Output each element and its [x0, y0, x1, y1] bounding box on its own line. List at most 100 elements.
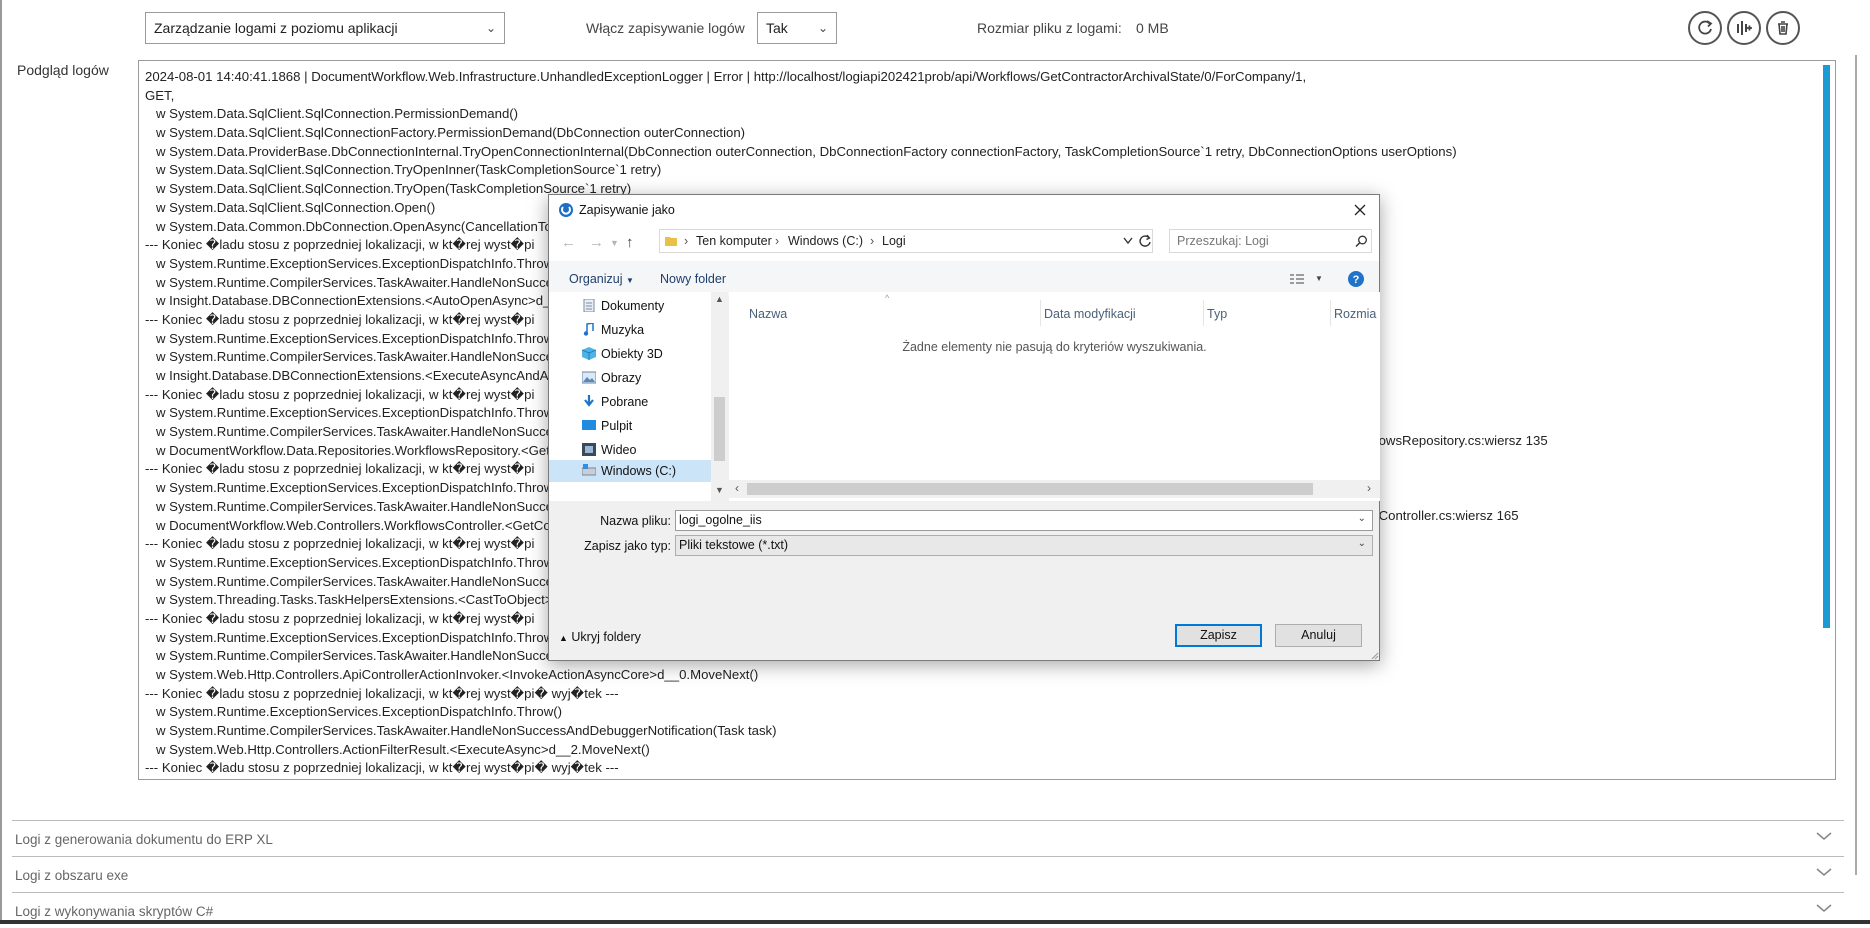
nav-item-documents[interactable]: Dokumenty — [601, 299, 664, 313]
up-arrow-icon[interactable]: ↑ — [626, 234, 634, 251]
log-line: GET, — [145, 87, 175, 103]
file-list-hscrollbar[interactable]: ‹ › — [729, 480, 1380, 498]
breadcrumb-separator: › — [870, 234, 875, 248]
log-line: w System.Runtime.CompilerServices.TaskAw… — [145, 723, 777, 739]
filetype-select[interactable]: Pliki tekstowe (*.txt) ⌄ — [675, 535, 1373, 556]
chevron-down-icon: ▼ — [625, 276, 634, 285]
pictures-icon — [582, 371, 596, 384]
nav-item-music[interactable]: Muzyka — [601, 323, 644, 337]
refresh-button[interactable] — [1688, 11, 1722, 45]
log-source-value: Zarządzanie logami z poziomu aplikacji — [154, 20, 398, 36]
breadcrumb-folder[interactable]: Logi — [882, 234, 906, 248]
filetype-label: Zapisz jako typ: — [584, 539, 671, 553]
column-type[interactable]: Typ — [1207, 307, 1227, 321]
help-icon[interactable]: ? — [1348, 271, 1364, 287]
forward-arrow-icon[interactable]: → — [589, 234, 604, 251]
column-separator — [1040, 300, 1041, 326]
chevron-down-icon: ⌄ — [817, 21, 828, 35]
history-chevron-icon[interactable]: ▼ — [610, 238, 619, 248]
chevron-down-icon — [1816, 832, 1832, 841]
view-options-icon[interactable] — [1289, 273, 1307, 285]
scroll-right-icon[interactable]: › — [1367, 481, 1371, 495]
address-bar[interactable]: › Ten komputer › Windows (C:) › Logi — [659, 229, 1153, 253]
log-line: w System.Data.SqlClient.SqlConnectionFac… — [145, 125, 746, 141]
filename-value: logi_ogolne_iis — [679, 513, 762, 527]
scroll-left-icon[interactable]: ‹ — [735, 481, 739, 495]
dialog-navigation-bar: ← → ▼ ↑ › Ten komputer › Windows (C:) › … — [549, 225, 1379, 261]
filename-input[interactable]: logi_ogolne_iis ⌄ — [675, 510, 1373, 531]
nav-item-desktop[interactable]: Pulpit — [601, 419, 632, 433]
chevron-down-icon — [1816, 904, 1832, 913]
app-logo-icon — [559, 203, 573, 217]
nav-pane-scrollbar[interactable]: ▲ ▼ — [711, 292, 728, 501]
section-title: Logi z wykonywania skryptów C# — [15, 904, 214, 919]
log-source-select[interactable]: Zarządzanie logami z poziomu aplikacji ⌄ — [145, 12, 505, 44]
music-icon — [583, 323, 594, 336]
navigation-pane: Dokumenty Muzyka Obiekty 3D Obrazy Pobra… — [549, 292, 728, 501]
column-size[interactable]: Rozmia — [1334, 307, 1376, 321]
log-preview-label: Podgląd logów — [17, 62, 109, 78]
cancel-button[interactable]: Anuluj — [1275, 624, 1362, 647]
dialog-titlebar[interactable]: Zapisywanie jako — [549, 195, 1379, 225]
hscroll-thumb[interactable] — [747, 483, 1313, 495]
nav-item-pictures[interactable]: Obrazy — [601, 371, 641, 385]
refresh-icon[interactable] — [1138, 234, 1152, 248]
enable-logging-select[interactable]: Tak ⌄ — [757, 12, 837, 44]
enable-logging-value: Tak — [766, 20, 788, 36]
log-overflow-fragment: sController.cs:wiersz 165 — [1372, 508, 1519, 523]
scroll-up-icon[interactable]: ▲ — [715, 294, 724, 304]
nav-item-videos[interactable]: Wideo — [601, 443, 636, 457]
column-date-modified[interactable]: Data modyfikacji — [1044, 307, 1136, 321]
page-left-border — [0, 0, 2, 924]
scroll-down-icon[interactable]: ▼ — [715, 485, 724, 495]
close-icon[interactable] — [1349, 199, 1371, 221]
breadcrumb-drive[interactable]: Windows (C:) — [788, 234, 863, 248]
svg-text:?: ? — [1353, 274, 1360, 286]
hide-folders-label: Ukryj foldery — [571, 630, 641, 644]
organize-menu[interactable]: Organizuj ▼ — [569, 272, 634, 286]
section-title: Logi z obszaru exe — [15, 868, 129, 883]
nav-item-3d-objects[interactable]: Obiekty 3D — [601, 347, 663, 361]
section-erp-xl-logs[interactable]: Logi z generowania dokumentu do ERP XL — [12, 820, 1844, 856]
save-button[interactable]: Zapisz — [1175, 624, 1262, 647]
column-separator — [1203, 300, 1204, 326]
chevron-down-icon[interactable] — [1123, 237, 1133, 245]
taskbar-edge — [0, 920, 1870, 924]
log-line: w System.Data.ProviderBase.DbConnectionI… — [145, 143, 1457, 159]
back-arrow-icon[interactable]: ← — [561, 234, 576, 251]
breadcrumb-separator: › — [775, 234, 780, 248]
chevron-down-icon — [1816, 868, 1832, 877]
column-name[interactable]: Nazwa — [749, 307, 787, 321]
drive-icon — [582, 464, 596, 476]
empty-results-message: Żadne elementy nie pasują do kryteriów w… — [902, 340, 1207, 354]
documents-icon — [583, 299, 595, 312]
log-line: --- Koniec �ladu stosu z poprzedniej lok… — [145, 760, 619, 776]
nav-scroll-thumb[interactable] — [714, 397, 725, 461]
nav-item-windows-drive[interactable]: Windows (C:) — [601, 464, 676, 478]
breadcrumb-this-pc[interactable]: Ten komputer — [696, 234, 772, 248]
chevron-down-icon[interactable]: ▼ — [1315, 274, 1323, 283]
log-line: w System.Web.Http.Controllers.ActionFilt… — [145, 741, 650, 757]
search-input[interactable]: Przeszukaj: Logi — [1169, 229, 1372, 253]
sort-indicator-icon: ^ — [885, 293, 890, 303]
resize-grip-icon[interactable] — [1369, 650, 1379, 660]
chevron-up-icon: ▲ — [559, 633, 568, 643]
log-scrollbar[interactable] — [1823, 65, 1830, 628]
folder-icon — [665, 237, 677, 246]
chevron-down-icon[interactable]: ⌄ — [1358, 513, 1366, 524]
log-line: w System.Runtime.ExceptionServices.Excep… — [145, 704, 563, 720]
filetype-value: Pliki tekstowe (*.txt) — [679, 538, 789, 552]
section-exe-logs[interactable]: Logi z obszaru exe — [12, 856, 1844, 892]
3d-objects-icon — [582, 347, 596, 360]
log-line: w System.Data.SqlClient.SqlConnection.Tr… — [145, 162, 662, 178]
log-line: --- Koniec �ladu stosu z poprzedniej lok… — [145, 685, 619, 701]
filename-label: Nazwa pliku: — [600, 514, 671, 528]
new-folder-button[interactable]: Nowy folder — [660, 272, 726, 286]
hide-folders-toggle[interactable]: ▲ Ukryj foldery — [559, 630, 641, 644]
download-logs-button[interactable] — [1727, 11, 1761, 45]
chevron-down-icon: ⌄ — [1357, 538, 1366, 549]
nav-item-downloads[interactable]: Pobrane — [601, 395, 648, 409]
dialog-title: Zapisywanie jako — [579, 203, 675, 217]
column-separator — [1330, 300, 1331, 326]
delete-logs-button[interactable] — [1766, 11, 1800, 45]
